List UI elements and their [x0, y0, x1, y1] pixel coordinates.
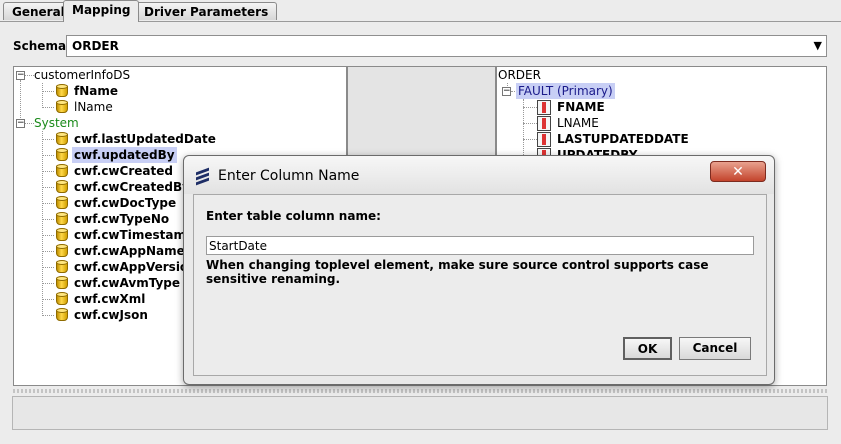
schema-select[interactable]: ORDER ▼	[66, 35, 827, 57]
app-logo-icon	[196, 167, 210, 186]
schema-label: Schema:	[13, 39, 71, 53]
tab-bar: General Mapping Driver Parameters	[0, 0, 841, 22]
chevron-down-icon[interactable]: ▼	[814, 36, 822, 56]
tree-node-fault-table[interactable]: − FAULT (Primary)	[497, 83, 817, 99]
column-icon	[537, 116, 551, 131]
close-button[interactable]: ✕	[710, 161, 766, 182]
tab-driver-parameters[interactable]: Driver Parameters	[135, 2, 278, 20]
tree-node-label: cwf.cwAppName	[74, 244, 185, 258]
tree-node-column[interactable]: LASTUPDATEDDATE	[497, 131, 817, 147]
tree-node-label: cwf.cwAvmType	[74, 276, 181, 290]
collapse-icon[interactable]: −	[16, 71, 25, 80]
database-icon	[55, 196, 69, 210]
column-icon	[537, 100, 551, 115]
column-name-input[interactable]	[206, 236, 754, 255]
tree-node-column[interactable]: FNAME	[497, 99, 817, 115]
collapse-icon[interactable]: −	[16, 119, 25, 128]
cancel-button[interactable]: Cancel	[679, 337, 751, 360]
tree-node-label: FAULT (Primary)	[516, 83, 615, 99]
tree-node-label: fName	[74, 84, 119, 98]
tab-mapping[interactable]: Mapping	[63, 0, 140, 22]
tree-node-order[interactable]: ORDER	[497, 67, 817, 83]
tree-node-label: cwf.cwDocType	[74, 196, 177, 210]
tree-node-system[interactable]: − System	[14, 115, 334, 131]
database-icon	[55, 84, 69, 98]
tree-node-label: cwf.cwJson	[74, 308, 148, 322]
tree-node-label: LASTUPDATEDDATE	[557, 132, 689, 146]
tree-node-column[interactable]: LNAME	[497, 115, 817, 131]
database-icon	[55, 276, 69, 290]
database-icon	[55, 164, 69, 178]
database-icon	[55, 180, 69, 194]
tree-node-label: cwf.cwCreated	[74, 164, 173, 178]
ok-button[interactable]: OK	[623, 337, 672, 360]
database-icon	[55, 228, 69, 242]
tree-node-system-field[interactable]: cwf.lastUpdatedDate	[14, 131, 334, 147]
tree-node-label: System	[34, 116, 79, 130]
database-icon	[55, 212, 69, 226]
database-icon	[55, 308, 69, 322]
tree-node-label: lName	[74, 100, 113, 114]
database-icon	[55, 260, 69, 274]
tree-node-label: cwf.lastUpdatedDate	[74, 132, 216, 146]
tree-node-label: ORDER	[498, 68, 541, 82]
schema-value: ORDER	[72, 39, 119, 53]
tree-node-fname[interactable]: fName	[14, 83, 334, 99]
tree-node-label: cwf.updatedBy	[72, 147, 177, 163]
database-icon	[55, 148, 69, 162]
close-icon: ✕	[732, 164, 744, 180]
tree-node-lname[interactable]: lName	[14, 99, 334, 115]
column-icon	[537, 132, 551, 147]
database-icon	[55, 292, 69, 306]
rename-warning-text: When changing toplevel element, make sur…	[206, 258, 709, 286]
tree-node-label: cwf.cwAppVersion	[74, 260, 197, 274]
enter-column-name-dialog: Enter Column Name ✕ Enter table column n…	[183, 155, 775, 385]
tree-node-label: cwf.cwCreatedBy	[74, 180, 190, 194]
tree-node-label: FNAME	[557, 100, 605, 114]
collapse-icon[interactable]: −	[502, 87, 511, 96]
database-icon	[55, 100, 69, 114]
tree-node-label: LNAME	[557, 116, 599, 130]
dialog-title: Enter Column Name	[218, 168, 360, 184]
column-name-label: Enter table column name:	[206, 209, 381, 223]
status-area	[12, 396, 828, 430]
tree-node-label: cwf.cwTypeNo	[74, 212, 170, 226]
tree-node-label: cwf.cwXml	[74, 292, 146, 306]
tree-node-customerinfods[interactable]: − customerInfoDS	[14, 67, 334, 83]
database-icon	[55, 132, 69, 146]
tree-node-label: customerInfoDS	[34, 68, 131, 82]
database-icon	[55, 244, 69, 258]
tree-node-label: cwf.cwTimestamp	[74, 228, 195, 242]
dialog-body: Enter table column name: When changing t…	[193, 194, 767, 376]
splitter-handle[interactable]	[13, 389, 827, 393]
dialog-titlebar[interactable]: Enter Column Name ✕	[184, 156, 774, 194]
